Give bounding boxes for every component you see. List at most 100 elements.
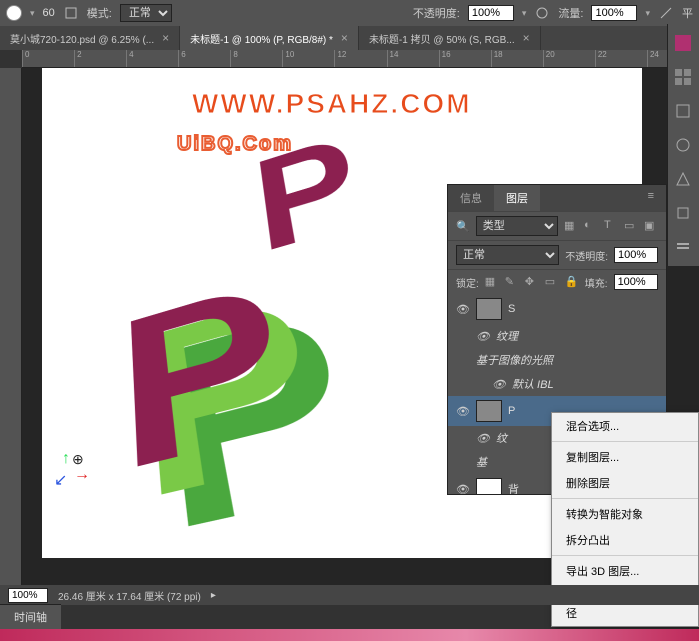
letter-p-3d: P (116, 250, 336, 543)
kind-filter-select[interactable]: 类型 (476, 216, 558, 236)
options-bar: ▾ 60 模式: 正常 不透明度: ▾ 流量: ▾ 平 (0, 0, 699, 26)
lock-transparent-icon[interactable]: ▦ (485, 275, 499, 289)
menu-separator (552, 555, 698, 556)
layer-item[interactable]: 👁 S (448, 294, 666, 324)
filter-smart-icon[interactable]: ▣ (644, 219, 658, 233)
opacity-label: 不透明度: (565, 248, 608, 263)
layer-blend-select[interactable]: 正常 (456, 245, 559, 265)
watermark-text-2: UiBQ.Com (177, 133, 293, 156)
layer-name: 纹理 (496, 328, 518, 344)
layer-name: 背 (508, 481, 519, 494)
layer-item[interactable]: 👁 纹理 (448, 324, 666, 348)
blend-mode-select[interactable]: 正常 (120, 4, 172, 22)
axis-z-icon[interactable]: ↙ (54, 470, 67, 490)
panel-tabs: 信息 图层 ≡ (448, 185, 666, 211)
filter-image-icon[interactable]: ▦ (564, 219, 578, 233)
panel-menu-icon[interactable]: ≡ (636, 185, 666, 211)
second-document-peek (0, 629, 699, 641)
close-icon[interactable]: × (523, 31, 530, 45)
menu-duplicate-layer[interactable]: 复制图层... (552, 444, 698, 470)
layer-item[interactable]: 基于图像的光照 (448, 348, 666, 372)
brush-panel-icon[interactable] (63, 5, 79, 21)
color-panel-icon[interactable] (672, 32, 694, 54)
close-icon[interactable]: × (341, 31, 348, 45)
visibility-icon[interactable]: 👁 (476, 432, 490, 445)
lock-image-icon[interactable]: ✎ (505, 275, 519, 289)
properties-panel-icon[interactable] (672, 236, 694, 258)
brush-size-value: 60 (43, 7, 55, 19)
axis-y-icon[interactable]: ↑ (62, 450, 70, 468)
menu-blending-options[interactable]: 混合选项... (552, 413, 698, 439)
document-tab[interactable]: 未标题-1 @ 100% (P, RGB/8#) * × (180, 26, 359, 50)
adjustments-panel-icon[interactable] (672, 134, 694, 156)
fill-label: 填充: (585, 275, 608, 290)
tab-label: 莫小城720-120.psd @ 6.25% (... (10, 31, 154, 46)
brush-preview-swatch[interactable] (6, 5, 22, 21)
pressure-opacity-icon[interactable] (534, 5, 550, 21)
visibility-icon[interactable]: 👁 (456, 405, 470, 418)
layer-name: S (508, 303, 515, 315)
mode-label: 模式: (87, 5, 112, 21)
menu-export-3d[interactable]: 导出 3D 图层... (552, 558, 698, 584)
status-chevron-icon[interactable]: ▸ (211, 590, 216, 601)
ruler-horizontal[interactable]: 024681012141618202224 (22, 50, 699, 68)
flow-chevron[interactable]: ▾ (645, 8, 650, 19)
document-tabbar: 莫小城720-120.psd @ 6.25% (... × 未标题-1 @ 100… (0, 26, 699, 50)
ruler-vertical[interactable] (0, 68, 22, 604)
document-tab[interactable]: 未标题-1 拷贝 @ 50% (S, RGB... × (359, 26, 541, 50)
lock-artboard-icon[interactable]: ▭ (545, 275, 559, 289)
close-icon[interactable]: × (162, 31, 169, 45)
watermark-text: WWW.PSAHZ.COM (192, 88, 472, 120)
layer-thumb[interactable] (476, 478, 502, 494)
doc-info: 26.46 厘米 x 17.64 厘米 (72 ppi) (58, 588, 201, 603)
right-collapsed-panels (667, 24, 699, 266)
layer-name: 默认 IBL (512, 376, 554, 392)
opacity-input[interactable] (468, 5, 514, 21)
filter-text-icon[interactable]: T (604, 219, 618, 233)
layer-thumb[interactable] (476, 298, 502, 320)
tab-label: 未标题-1 拷贝 @ 50% (S, RGB... (369, 31, 515, 46)
layer-name: 纹 (496, 430, 507, 446)
swatches-panel-icon[interactable] (672, 66, 694, 88)
visibility-icon[interactable]: 👁 (456, 303, 470, 316)
layer-fill-input[interactable] (614, 274, 658, 290)
zoom-input[interactable] (8, 588, 48, 603)
filter-adjust-icon[interactable]: ◐ (584, 219, 598, 233)
opacity-label: 不透明度: (413, 5, 460, 21)
blend-opacity-row: 正常 不透明度: (448, 240, 666, 269)
menu-convert-smart[interactable]: 转换为智能对象 (552, 501, 698, 527)
layer-name: P (508, 405, 515, 417)
smoothing-label: 平 (682, 5, 693, 21)
tab-layers[interactable]: 图层 (494, 185, 540, 211)
airbrush-icon[interactable] (658, 5, 674, 21)
layer-name: 基于图像的光照 (476, 352, 553, 368)
flow-input[interactable] (591, 5, 637, 21)
visibility-icon[interactable]: 👁 (492, 378, 506, 391)
menu-separator (552, 441, 698, 442)
tab-label: 未标题-1 @ 100% (P, RGB/8#) * (190, 31, 333, 46)
menu-separator (552, 498, 698, 499)
layer-opacity-input[interactable] (614, 247, 658, 263)
tab-info[interactable]: 信息 (448, 185, 494, 211)
axis-x-icon[interactable]: → (74, 466, 90, 484)
flow-label: 流量: (558, 5, 583, 21)
menu-delete-layer[interactable]: 删除图层 (552, 470, 698, 496)
filter-shape-icon[interactable]: ▭ (624, 219, 638, 233)
brush-picker-chevron[interactable]: ▾ (30, 8, 35, 19)
visibility-icon[interactable]: 👁 (456, 483, 470, 495)
search-icon[interactable]: 🔍 (456, 220, 470, 233)
tab-timeline[interactable]: 时间轴 (0, 604, 61, 629)
document-tab[interactable]: 莫小城720-120.psd @ 6.25% (... × (0, 26, 180, 50)
layer-item[interactable]: 👁 默认 IBL (448, 372, 666, 396)
styles-panel-icon[interactable] (672, 168, 694, 190)
lock-position-icon[interactable]: ✥ (525, 275, 539, 289)
opacity-chevron[interactable]: ▾ (522, 8, 527, 19)
menu-split-extrusion[interactable]: 拆分凸出 (552, 527, 698, 553)
layer-thumb[interactable] (476, 400, 502, 422)
visibility-icon[interactable]: 👁 (476, 330, 490, 343)
history-panel-icon[interactable] (672, 202, 694, 224)
layer-filter-row: 🔍 类型 ▦ ◐ T ▭ ▣ (448, 211, 666, 240)
status-bar: 26.46 厘米 x 17.64 厘米 (72 ppi) ▸ (0, 585, 699, 605)
lock-all-icon[interactable]: 🔒 (565, 275, 579, 289)
libraries-panel-icon[interactable] (672, 100, 694, 122)
